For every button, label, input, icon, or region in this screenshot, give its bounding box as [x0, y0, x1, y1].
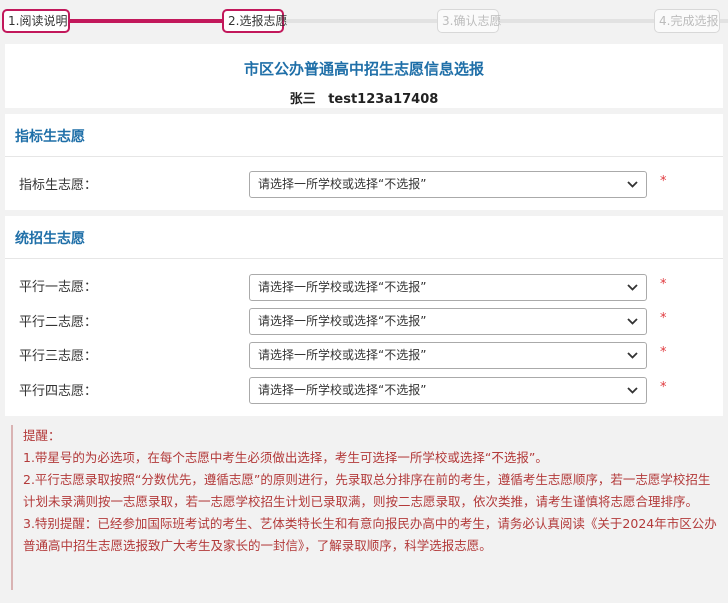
required-marker: *: [660, 174, 667, 189]
chevron-down-icon: [627, 318, 638, 325]
required-marker: *: [660, 277, 667, 292]
required-marker: *: [660, 380, 667, 395]
parallel-preference-4-select[interactable]: 请选择一所学校或选择“不选报”: [249, 377, 647, 404]
step-progress-bar: 1.阅读说明 2.选报志愿 3.确认志愿 4.完成选报: [0, 0, 728, 38]
parallel-preference-2-select[interactable]: 请选择一所学校或选择“不选报”: [249, 308, 647, 335]
chevron-down-icon: [627, 387, 638, 394]
reminder-notice: 提醒： 1.带星号的为必选项，在每个志愿中考生必须做出选择，考生可选择一所学校或…: [11, 425, 721, 590]
notice-item-2: 2.平行志愿录取按照“分数优先，遵循志愿”的原则进行，先录取总分排序在前的考生，…: [23, 472, 711, 509]
select-value: 请选择一所学校或选择“不选报”: [258, 383, 427, 397]
required-marker: *: [660, 345, 667, 360]
parallel-preference-4-label: 平行四志愿：: [19, 384, 98, 399]
step-read-instructions[interactable]: 1.阅读说明: [2, 9, 70, 33]
section-title-unified: 统招生志愿: [15, 231, 85, 247]
index-preference-section: 指标生志愿 指标生志愿： 请选择一所学校或选择“不选报” *: [5, 114, 723, 210]
progress-track-done: [70, 19, 222, 23]
unified-preference-section: 统招生志愿 平行一志愿： 请选择一所学校或选择“不选报” * 平行二志愿： 请选…: [5, 216, 723, 416]
section-divider: [5, 156, 723, 157]
chevron-down-icon: [627, 352, 638, 359]
step-select-preferences[interactable]: 2.选报志愿: [222, 9, 287, 33]
parallel-preference-1-label: 平行一志愿：: [19, 280, 98, 295]
section-title-index: 指标生志愿: [15, 129, 85, 145]
chevron-down-icon: [627, 181, 638, 188]
notice-heading: 提醒：: [23, 428, 61, 443]
notice-item-1: 1.带星号的为必选项，在每个志愿中考生必须做出选择，考生可选择一所学校或选择“不…: [23, 450, 548, 465]
select-value: 请选择一所学校或选择“不选报”: [258, 177, 427, 191]
step-confirm-preferences[interactable]: 3.确认志愿: [437, 9, 501, 33]
select-value: 请选择一所学校或选择“不选报”: [258, 314, 427, 328]
parallel-preference-1-select[interactable]: 请选择一所学校或选择“不选报”: [249, 274, 647, 301]
student-name: 张三: [289, 92, 316, 107]
index-preference-select[interactable]: 请选择一所学校或选择“不选报”: [249, 171, 647, 198]
page-title: 市区公办普通高中招生志愿信息选报: [243, 60, 484, 78]
notice-item-3: 3.特别提醒：已经参加国际班考试的考生、艺体类特长生和有意向报民办高中的考生，请…: [23, 516, 717, 553]
student-id: test123a17408: [328, 92, 439, 107]
index-preference-label: 指标生志愿：: [19, 178, 98, 193]
select-value: 请选择一所学校或选择“不选报”: [258, 348, 427, 362]
form-header: 市区公办普通高中招生志愿信息选报 张三 test123a17408: [5, 44, 723, 108]
chevron-down-icon: [627, 284, 638, 291]
parallel-preference-2-label: 平行二志愿：: [19, 315, 98, 330]
select-value: 请选择一所学校或选择“不选报”: [258, 280, 427, 294]
required-marker: *: [660, 311, 667, 326]
parallel-preference-3-select[interactable]: 请选择一所学校或选择“不选报”: [249, 342, 647, 369]
section-divider: [5, 258, 723, 259]
student-info: 张三 test123a17408: [5, 88, 723, 107]
step-complete[interactable]: 4.完成选报: [654, 9, 720, 33]
parallel-preference-3-label: 平行三志愿：: [19, 349, 98, 364]
